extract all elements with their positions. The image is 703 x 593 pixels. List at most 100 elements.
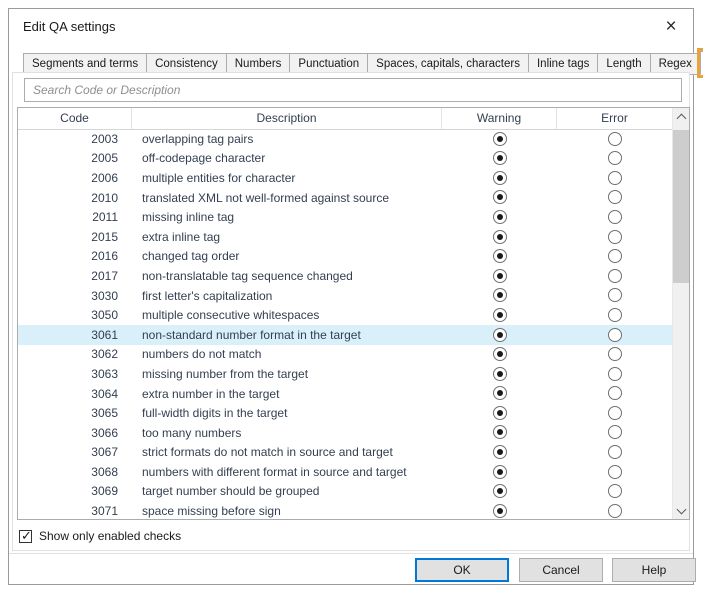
search-input[interactable] bbox=[24, 78, 682, 102]
column-header-warning[interactable]: Warning bbox=[442, 108, 557, 129]
warning-radio[interactable] bbox=[493, 171, 507, 185]
warning-radio[interactable] bbox=[493, 132, 507, 146]
warning-radio-cell bbox=[442, 326, 557, 344]
row-description: missing number from the target bbox=[132, 367, 442, 381]
error-radio[interactable] bbox=[608, 230, 622, 244]
table-row[interactable]: 3064 extra number in the target bbox=[18, 384, 672, 404]
error-radio-cell bbox=[557, 189, 672, 207]
warning-radio[interactable] bbox=[493, 347, 507, 361]
error-radio[interactable] bbox=[608, 190, 622, 204]
error-radio[interactable] bbox=[608, 504, 622, 518]
error-radio[interactable] bbox=[608, 465, 622, 479]
table-row[interactable]: 3062 numbers do not match bbox=[18, 345, 672, 365]
warning-radio[interactable] bbox=[493, 288, 507, 302]
error-radio-cell bbox=[557, 502, 672, 519]
error-radio-cell bbox=[557, 228, 672, 246]
row-description: non-translatable tag sequence changed bbox=[132, 269, 442, 283]
table-row[interactable]: 3065 full-width digits in the target bbox=[18, 403, 672, 423]
table-row[interactable]: 2003 overlapping tag pairs bbox=[18, 129, 672, 149]
row-description: overlapping tag pairs bbox=[132, 132, 442, 146]
error-radio-cell bbox=[557, 345, 672, 363]
table-row[interactable]: 2017 non-translatable tag sequence chang… bbox=[18, 266, 672, 286]
scroll-up-button[interactable] bbox=[673, 108, 689, 125]
warning-radio[interactable] bbox=[493, 425, 507, 439]
scroll-down-button[interactable] bbox=[673, 502, 689, 519]
table-row[interactable]: 3069 target number should be grouped bbox=[18, 482, 672, 502]
error-radio-cell bbox=[557, 130, 672, 148]
warning-radio-cell bbox=[442, 502, 557, 519]
error-radio[interactable] bbox=[608, 445, 622, 459]
row-code: 3030 bbox=[18, 289, 132, 303]
error-radio[interactable] bbox=[608, 386, 622, 400]
error-radio[interactable] bbox=[608, 406, 622, 420]
warning-radio[interactable] bbox=[493, 386, 507, 400]
column-header-description[interactable]: Description bbox=[132, 108, 442, 129]
table-row[interactable]: 3030 first letter's capitalization bbox=[18, 286, 672, 306]
column-header-code[interactable]: Code bbox=[18, 108, 132, 129]
close-icon[interactable]: × bbox=[659, 15, 683, 39]
help-button[interactable]: Help bbox=[612, 558, 696, 582]
error-radio[interactable] bbox=[608, 210, 622, 224]
warning-radio[interactable] bbox=[493, 406, 507, 420]
table-row[interactable]: 3063 missing number from the target bbox=[18, 364, 672, 384]
table-row[interactable]: 2016 changed tag order bbox=[18, 247, 672, 267]
table-row[interactable]: 2005 off-codepage character bbox=[18, 149, 672, 169]
error-radio[interactable] bbox=[608, 347, 622, 361]
error-radio[interactable] bbox=[608, 484, 622, 498]
warning-radio-cell bbox=[442, 189, 557, 207]
table-row[interactable]: 2011 missing inline tag bbox=[18, 207, 672, 227]
scrollbar-thumb[interactable] bbox=[673, 130, 689, 283]
tab-strip: Segments and termsConsistencyNumbersPunc… bbox=[23, 51, 703, 73]
row-code: 3067 bbox=[18, 445, 132, 459]
row-code: 3050 bbox=[18, 308, 132, 322]
error-radio[interactable] bbox=[608, 328, 622, 342]
show-enabled-checkbox[interactable]: ✓ bbox=[19, 530, 32, 543]
warning-radio[interactable] bbox=[493, 484, 507, 498]
table-header: Code Description Warning Error bbox=[18, 108, 672, 130]
column-header-error[interactable]: Error bbox=[557, 108, 672, 129]
ok-button[interactable]: OK bbox=[415, 558, 509, 582]
table-row[interactable]: 3066 too many numbers bbox=[18, 423, 672, 443]
row-description: space missing before sign bbox=[132, 504, 442, 518]
error-radio[interactable] bbox=[608, 171, 622, 185]
scroll-up-icon bbox=[677, 114, 687, 124]
table-row[interactable]: 3071 space missing before sign bbox=[18, 501, 672, 519]
error-radio[interactable] bbox=[608, 367, 622, 381]
warning-radio-cell bbox=[442, 267, 557, 285]
vertical-scrollbar[interactable] bbox=[672, 108, 689, 519]
error-radio-cell bbox=[557, 404, 672, 422]
warning-radio[interactable] bbox=[493, 328, 507, 342]
cancel-button[interactable]: Cancel bbox=[519, 558, 603, 582]
row-description: numbers do not match bbox=[132, 347, 442, 361]
table-row[interactable]: 2006 multiple entities for character bbox=[18, 168, 672, 188]
warning-radio[interactable] bbox=[493, 445, 507, 459]
warning-radio[interactable] bbox=[493, 308, 507, 322]
warning-radio[interactable] bbox=[493, 249, 507, 263]
error-radio[interactable] bbox=[608, 288, 622, 302]
warning-radio[interactable] bbox=[493, 151, 507, 165]
table-row[interactable]: 3050 multiple consecutive whitespaces bbox=[18, 305, 672, 325]
warning-radio[interactable] bbox=[493, 269, 507, 283]
table-row[interactable]: 3067 strict formats do not match in sour… bbox=[18, 443, 672, 463]
warning-radio[interactable] bbox=[493, 504, 507, 518]
button-row: OK Cancel Help bbox=[9, 554, 693, 584]
row-code: 3062 bbox=[18, 347, 132, 361]
error-radio[interactable] bbox=[608, 269, 622, 283]
error-radio[interactable] bbox=[608, 308, 622, 322]
error-radio[interactable] bbox=[608, 132, 622, 146]
error-radio[interactable] bbox=[608, 425, 622, 439]
warning-radio[interactable] bbox=[493, 210, 507, 224]
table-row[interactable]: 3061 non-standard number format in the t… bbox=[18, 325, 672, 345]
warning-radio[interactable] bbox=[493, 230, 507, 244]
warning-radio[interactable] bbox=[493, 465, 507, 479]
table-row[interactable]: 2015 extra inline tag bbox=[18, 227, 672, 247]
warning-radio[interactable] bbox=[493, 190, 507, 204]
error-radio[interactable] bbox=[608, 249, 622, 263]
row-code: 3065 bbox=[18, 406, 132, 420]
table-row[interactable]: 3068 numbers with different format in so… bbox=[18, 462, 672, 482]
row-code: 3063 bbox=[18, 367, 132, 381]
edit-qa-settings-dialog: Edit QA settings × Segments and termsCon… bbox=[8, 8, 694, 585]
table-row[interactable]: 2010 translated XML not well-formed agai… bbox=[18, 188, 672, 208]
warning-radio[interactable] bbox=[493, 367, 507, 381]
error-radio[interactable] bbox=[608, 151, 622, 165]
